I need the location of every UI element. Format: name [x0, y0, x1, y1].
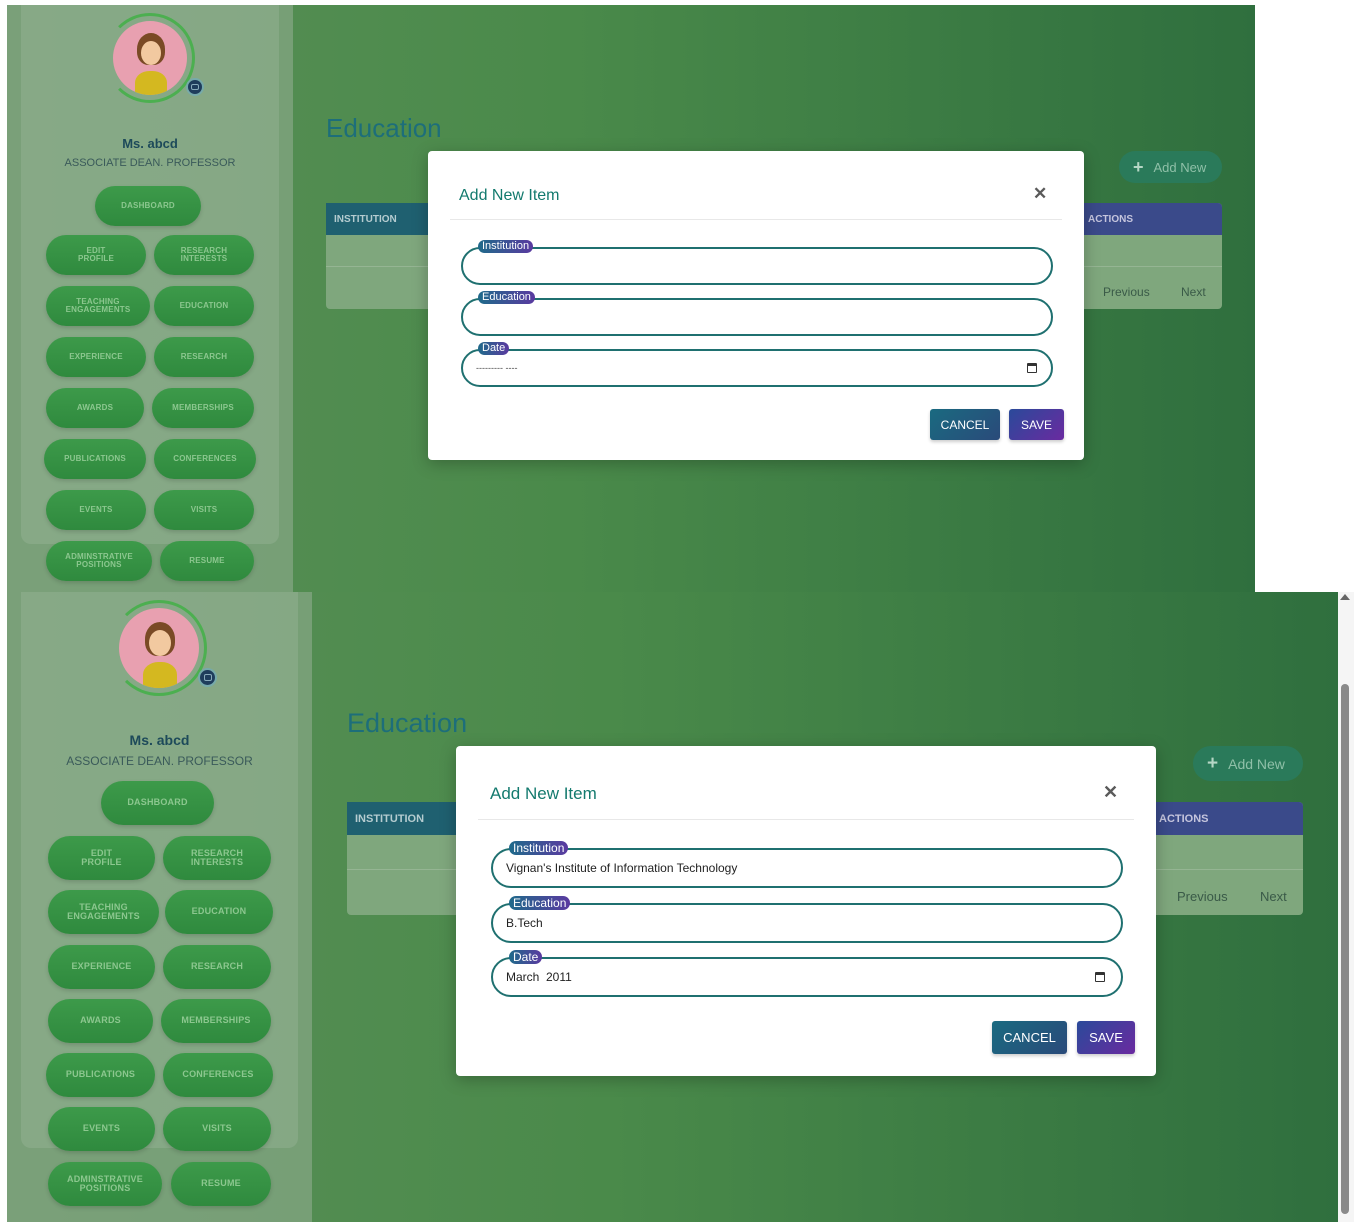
- table-header-institution: INSTITUTION: [347, 802, 467, 835]
- sidebar-item-education[interactable]: EDUCATION: [165, 890, 273, 934]
- scrollbar[interactable]: [1338, 592, 1354, 1222]
- cancel-button[interactable]: CANCEL: [992, 1021, 1067, 1054]
- institution-field[interactable]: [461, 247, 1053, 285]
- sidebar-item-publications[interactable]: PUBLICATIONS: [46, 1053, 155, 1097]
- sidebar-item-conferences[interactable]: CONFERENCES: [154, 439, 256, 479]
- modal-divider: [478, 819, 1134, 820]
- table-header-institution: INSTITUTION: [326, 203, 436, 235]
- plus-icon: +: [1133, 156, 1144, 177]
- date-value: March 2011: [506, 970, 572, 984]
- save-button[interactable]: SAVE: [1077, 1021, 1135, 1054]
- camera-icon[interactable]: [186, 78, 204, 96]
- sidebar-item-administrative-positions[interactable]: ADMINSTRATIVE POSITIONS: [46, 541, 152, 581]
- education-label: Education: [478, 291, 535, 305]
- cancel-button[interactable]: CANCEL: [930, 409, 1000, 440]
- sidebar-item-research-interests[interactable]: RESEARCH INTERESTS: [163, 836, 271, 880]
- sidebar-item-edit-profile[interactable]: EDIT PROFILE: [46, 235, 146, 275]
- plus-icon: +: [1207, 752, 1219, 774]
- page-title: Education: [347, 708, 468, 738]
- sidebar-item-events[interactable]: EVENTS: [48, 1107, 155, 1151]
- education-field[interactable]: [461, 298, 1053, 336]
- add-new-button[interactable]: + Add New: [1119, 151, 1222, 183]
- sidebar-item-memberships[interactable]: MEMBERSHIPS: [161, 999, 271, 1043]
- sidebar-item-conferences[interactable]: CONFERENCES: [163, 1053, 273, 1097]
- sidebar-item-awards[interactable]: AWARDS: [46, 388, 144, 428]
- sidebar-item-teaching-engagements[interactable]: TEACHING ENGAGEMENTS: [46, 286, 150, 326]
- calendar-icon[interactable]: [1027, 363, 1037, 373]
- add-item-modal: Add New Item ✕ Institution Education ---…: [428, 151, 1084, 460]
- camera-icon[interactable]: [198, 668, 217, 687]
- date-field[interactable]: --------- ----: [461, 349, 1053, 387]
- pager-previous[interactable]: Previous: [1177, 889, 1228, 904]
- education-field[interactable]: B.Tech: [491, 903, 1123, 943]
- sidebar: Ms. abcd ASSOCIATE DEAN. PROFESSOR DASHB…: [7, 592, 312, 1222]
- sidebar-item-administrative-positions[interactable]: ADMINSTRATIVE POSITIONS: [48, 1162, 162, 1206]
- profile-role: ASSOCIATE DEAN. PROFESSOR: [66, 754, 253, 768]
- add-new-label: Add New: [1228, 755, 1285, 772]
- sidebar-item-dashboard[interactable]: DASHBOARD: [101, 781, 214, 825]
- sidebar-item-experience[interactable]: EXPERIENCE: [46, 337, 146, 377]
- pager-next[interactable]: Next: [1181, 285, 1206, 299]
- close-icon[interactable]: ✕: [1103, 782, 1118, 803]
- scrollbar-thumb[interactable]: [1341, 684, 1349, 1214]
- profile-name: Ms. abcd: [122, 136, 178, 151]
- avatar: [119, 608, 199, 688]
- date-field[interactable]: March 2011: [491, 957, 1123, 997]
- institution-value: Vignan's Institute of Information Techno…: [506, 861, 738, 875]
- institution-label: Institution: [478, 240, 534, 254]
- save-button[interactable]: SAVE: [1009, 409, 1064, 440]
- education-value: B.Tech: [506, 916, 543, 930]
- modal-title: Add New Item: [459, 187, 560, 204]
- pager-next[interactable]: Next: [1260, 889, 1287, 904]
- modal-title: Add New Item: [490, 784, 597, 803]
- screenshot-empty-form: Ms. abcd ASSOCIATE DEAN. PROFESSOR DASHB…: [7, 5, 1255, 592]
- sidebar-item-resume[interactable]: RESUME: [160, 541, 254, 581]
- sidebar-item-awards[interactable]: AWARDS: [48, 999, 153, 1043]
- sidebar-item-research[interactable]: RESEARCH: [163, 945, 271, 989]
- sidebar-item-resume[interactable]: RESUME: [171, 1162, 271, 1206]
- institution-label: Institution: [509, 841, 569, 856]
- screenshot-filled-form: Ms. abcd ASSOCIATE DEAN. PROFESSOR DASHB…: [7, 592, 1338, 1222]
- pager-previous[interactable]: Previous: [1103, 285, 1150, 299]
- scroll-up-arrow-icon[interactable]: [1340, 594, 1350, 600]
- profile-role: ASSOCIATE DEAN. PROFESSOR: [64, 157, 236, 169]
- avatar: [113, 21, 187, 95]
- sidebar-item-research[interactable]: RESEARCH: [154, 337, 254, 377]
- sidebar: Ms. abcd ASSOCIATE DEAN. PROFESSOR DASHB…: [7, 5, 293, 592]
- date-placeholder: --------- ----: [476, 363, 518, 373]
- sidebar-item-memberships[interactable]: MEMBERSHIPS: [152, 388, 254, 428]
- sidebar-item-events[interactable]: EVENTS: [46, 490, 146, 530]
- sidebar-item-teaching-engagements[interactable]: TEACHING ENGAGEMENTS: [48, 890, 159, 934]
- sidebar-item-research-interests[interactable]: RESEARCH INTERESTS: [154, 235, 254, 275]
- sidebar-item-visits[interactable]: VISITS: [154, 490, 254, 530]
- date-label: Date: [478, 342, 510, 356]
- modal-divider: [450, 219, 1062, 220]
- sidebar-item-education[interactable]: EDUCATION: [154, 286, 254, 326]
- date-label: Date: [509, 950, 543, 965]
- page-title: Education: [326, 113, 442, 143]
- sidebar-item-experience[interactable]: EXPERIENCE: [48, 945, 155, 989]
- table-header-actions: ACTIONS: [1084, 203, 1222, 235]
- add-item-modal: Add New Item ✕ Vignan's Institute of Inf…: [456, 746, 1156, 1076]
- add-new-label: Add New: [1153, 159, 1207, 175]
- profile-name: Ms. abcd: [129, 732, 190, 748]
- sidebar-item-publications[interactable]: PUBLICATIONS: [44, 439, 146, 479]
- close-icon[interactable]: ✕: [1033, 184, 1047, 204]
- calendar-icon[interactable]: [1095, 972, 1105, 982]
- sidebar-item-edit-profile[interactable]: EDIT PROFILE: [48, 836, 155, 880]
- table-header-actions: ACTIONS: [1155, 802, 1303, 835]
- add-new-button[interactable]: + Add New: [1193, 746, 1303, 781]
- education-label: Education: [509, 896, 571, 911]
- sidebar-item-dashboard[interactable]: DASHBOARD: [95, 186, 201, 226]
- institution-field[interactable]: Vignan's Institute of Information Techno…: [491, 848, 1123, 888]
- sidebar-item-visits[interactable]: VISITS: [163, 1107, 271, 1151]
